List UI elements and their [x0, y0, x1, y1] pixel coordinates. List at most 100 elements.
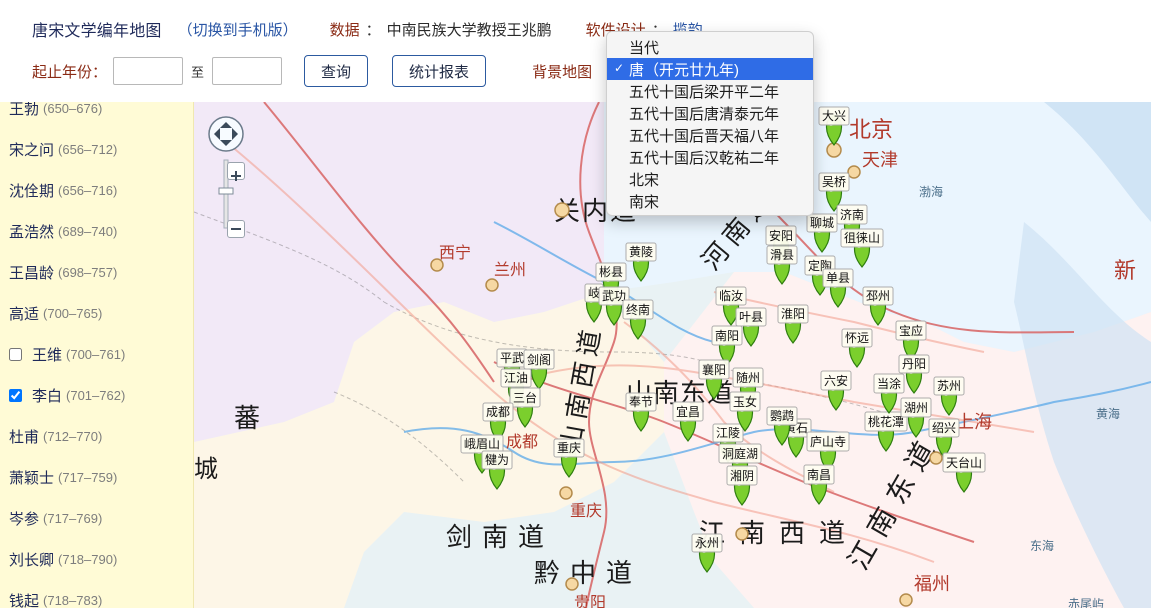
city-label: 北京: [849, 117, 893, 142]
poet-row[interactable]: 王昌龄 (698–757): [0, 252, 193, 293]
poet-checkbox[interactable]: [9, 389, 22, 402]
poet-row[interactable]: 杜甫 (712–770): [0, 416, 193, 457]
marker-label: 大兴: [822, 109, 846, 123]
poet-name[interactable]: 王维: [32, 344, 62, 365]
poet-list: 王勃 (650–676) 宋之问 (656–712) 沈佺期 (656–716) 孟浩然 (6…: [0, 102, 193, 608]
marker-label: 临汝: [719, 289, 743, 303]
marker-label: 成都: [486, 405, 510, 419]
poet-name[interactable]: 高适: [9, 303, 39, 324]
city-dot: [430, 258, 444, 272]
data-credit-separator: ：: [365, 21, 381, 39]
region-label: 城: [194, 456, 218, 483]
zoom-out-button[interactable]: [227, 220, 245, 238]
header-row: 唐宋文学编年地图 （切换到手机版） 数据 ： 中南民族大学教授王兆鹏 软件设计 …: [32, 16, 703, 42]
city-dot: [485, 278, 499, 292]
city-label: 重庆: [570, 502, 602, 520]
city-label: 成都: [506, 433, 538, 451]
query-button[interactable]: 查询: [304, 55, 369, 87]
marker-label: 黄陵: [629, 245, 653, 259]
stats-report-button[interactable]: 统计报表: [392, 55, 487, 87]
poet-name[interactable]: 王勃: [9, 102, 39, 119]
poet-name[interactable]: 孟浩然: [9, 221, 54, 242]
marker-label: 终南: [626, 302, 650, 317]
poet-years: (701–762): [66, 388, 126, 403]
marker-label: 庐山寺: [810, 434, 846, 449]
region-label: 黔中道: [534, 559, 642, 588]
background-map-option[interactable]: ✓五代十国后梁开平二年: [607, 80, 813, 102]
marker-label: 丹阳: [902, 357, 926, 371]
poet-years: (650–676): [43, 102, 103, 116]
poet-name[interactable]: 杜甫: [9, 426, 39, 447]
zoom-in-button[interactable]: [227, 162, 245, 180]
background-map-option[interactable]: ✓五代十国后唐清泰元年: [607, 102, 813, 124]
poet-row[interactable]: 岑参 (717–769): [0, 498, 193, 539]
top-toolbar: 唐宋文学编年地图 （切换到手机版） 数据 ： 中南民族大学教授王兆鹏 软件设计 …: [0, 0, 1151, 102]
marker-label: 滑县: [770, 248, 794, 262]
poet-name[interactable]: 萧颖士: [9, 467, 54, 488]
background-map-option[interactable]: ✓当代: [607, 36, 813, 58]
marker-label: 江油: [504, 371, 528, 385]
filter-row: 起止年份： 至 查询 统计报表 背景地图: [32, 55, 592, 87]
poet-years: (717–769): [43, 511, 103, 526]
marker-label: 鹦鹉: [770, 409, 794, 423]
background-map-label: 背景地图: [532, 63, 593, 81]
poet-name[interactable]: 宋之问: [9, 139, 54, 160]
marker-label: 怀远: [845, 331, 869, 345]
marker-label: 吴桥: [822, 175, 846, 189]
map-navigation-control[interactable]: [206, 116, 246, 240]
poet-row[interactable]: 宋之问 (656–712): [0, 129, 193, 170]
poet-name[interactable]: 王昌龄: [9, 262, 54, 283]
poet-name[interactable]: 钱起: [9, 590, 39, 608]
marker-label: 江陵: [716, 426, 740, 440]
poet-checkbox[interactable]: [9, 348, 22, 361]
marker-label: 淮阳: [781, 307, 805, 321]
zoom-slider-handle[interactable]: [218, 187, 234, 195]
poet-name[interactable]: 沈佺期: [9, 180, 54, 201]
poet-years: (700–765): [43, 306, 103, 321]
background-map-option[interactable]: ✓北宋: [607, 168, 813, 190]
city-label: 贵阳: [574, 594, 606, 608]
end-year-input[interactable]: [212, 57, 283, 85]
start-year-input[interactable]: [113, 57, 184, 85]
marker-label: 单县: [826, 271, 850, 285]
marker-label: 绍兴: [932, 421, 956, 435]
water-label: 黄海: [1096, 406, 1120, 421]
poet-name[interactable]: 李白: [32, 385, 62, 406]
city-dot: [929, 451, 943, 465]
poet-sidebar: 王勃 (650–676) 宋之问 (656–712) 沈佺期 (656–716) 孟浩然 (6…: [0, 102, 194, 608]
marker-label: 洞庭湖: [722, 446, 758, 461]
city-label: 新: [1114, 258, 1136, 283]
background-map-option-label: 南宋: [629, 193, 660, 211]
background-map-option-label: 五代十国后晋天福八年: [629, 127, 780, 145]
poet-row[interactable]: 王维 (700–761): [0, 334, 193, 375]
water-label: 赤尾屿: [1068, 597, 1104, 608]
poet-row[interactable]: 萧颖士 (717–759): [0, 457, 193, 498]
switch-to-mobile-link[interactable]: （切换到手机版）: [178, 19, 298, 40]
city-label: 天津: [862, 150, 898, 170]
background-map-option-label: 唐（开元廿九年): [629, 61, 739, 79]
poet-row[interactable]: 李白 (701–762): [0, 375, 193, 416]
marker-label: 三台: [513, 390, 537, 405]
background-map-option[interactable]: ✓五代十国后汉乾祐二年: [607, 146, 813, 168]
poet-row[interactable]: 沈佺期 (656–716): [0, 170, 193, 211]
data-credit-value: 中南民族大学教授王兆鹏: [386, 21, 552, 39]
background-map-option[interactable]: ✓南宋: [607, 190, 813, 212]
poet-row[interactable]: 王勃 (650–676): [0, 102, 193, 129]
poet-row[interactable]: 孟浩然 (689–740): [0, 211, 193, 252]
background-map-option[interactable]: ✓五代十国后晋天福八年: [607, 124, 813, 146]
marker-label: 苏州: [937, 379, 961, 393]
region-label: 江南西道: [699, 519, 859, 548]
background-map-option[interactable]: ✓ 唐（开元廿九年): [607, 58, 813, 80]
marker-label: 六安: [824, 373, 848, 388]
poet-name[interactable]: 岑参: [9, 508, 39, 529]
background-map-dropdown[interactable]: ✓当代✓唐（开元廿九年)✓五代十国后梁开平二年✓五代十国后唐清泰元年✓五代十国后…: [606, 31, 814, 216]
background-map-option-label: 五代十国后唐清泰元年: [629, 105, 780, 123]
water-label: 东海: [1030, 538, 1054, 553]
poet-row[interactable]: 钱起 (718–783): [0, 580, 193, 608]
poet-row[interactable]: 刘长卿 (718–790): [0, 539, 193, 580]
poet-name[interactable]: 刘长卿: [9, 549, 54, 570]
poet-row[interactable]: 高适 (700–765): [0, 293, 193, 334]
city-dot: [565, 577, 579, 591]
marker-label: 剑阁: [527, 352, 551, 367]
marker-label: 犍为: [485, 453, 509, 467]
